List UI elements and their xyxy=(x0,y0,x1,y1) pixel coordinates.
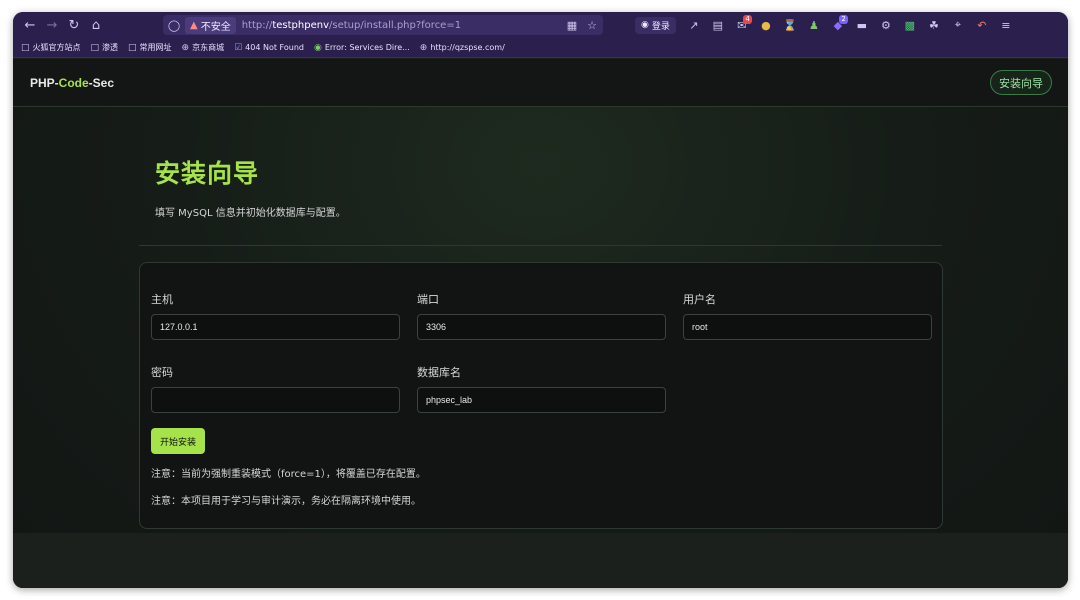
usage-note: 注意：本项目用于学习与审计演示，务必在隔离环境中使用。 xyxy=(151,496,421,507)
password-label: 密码 xyxy=(151,366,173,379)
bookmark-label: 京东商城 xyxy=(192,43,225,52)
bookmark-label: http://qzspse.com/ xyxy=(430,43,505,52)
share-icon[interactable]: ↗ xyxy=(682,14,706,36)
url-bar[interactable]: ◯ ▲ 不安全 http://testphpenv/setup/install.… xyxy=(163,15,603,35)
folder-icon: □ xyxy=(128,42,137,53)
force-mode-note: 注意：当前为强制重装模式（force=1），将覆盖已存在配置。 xyxy=(151,469,426,480)
port-field: 端口 3306 xyxy=(417,291,666,340)
url-host: testphpenv xyxy=(272,19,329,31)
page-subtitle: 填写 MySQL 信息并初始化数据库与配置。 xyxy=(155,208,346,219)
forward-icon[interactable]: → xyxy=(41,14,63,36)
browser-toolbar: ← → ↻ ⌂ ◯ ▲ 不安全 http://testphpenv/setup/… xyxy=(13,12,1068,38)
bookmark-label: 火狐官方站点 xyxy=(32,43,81,52)
hero-section: 安装向导 填写 MySQL 信息并初始化数据库与配置。 xyxy=(155,154,346,219)
login-button[interactable]: ◉ 登录 xyxy=(635,16,676,34)
bookmark-label: Error: Services Dire... xyxy=(324,43,410,52)
bookmark-item[interactable]: □ 火狐官方站点 xyxy=(21,42,81,53)
install-form-card: 主机 127.0.0.1 端口 3306 用户名 root 密码 数据库名 ph… xyxy=(139,262,943,529)
star-icon[interactable]: ☆ xyxy=(587,19,597,32)
folder-icon: □ xyxy=(21,42,30,53)
bookmark-label: 渗透 xyxy=(102,43,119,52)
menu-icon[interactable]: ≡ xyxy=(994,14,1018,36)
divider xyxy=(139,245,942,246)
shield-icon[interactable]: ◯ xyxy=(163,19,185,32)
host-field: 主机 127.0.0.1 xyxy=(151,291,400,340)
password-input[interactable] xyxy=(151,387,400,413)
cookie-extension-icon[interactable]: ● xyxy=(754,14,778,36)
bookmarks-bar: □ 火狐官方站点 □ 渗透 □ 常用网址 ⊕ 京东商城 ☑ 404 Not Found ◉… xyxy=(13,38,1068,58)
image-extension-icon[interactable]: ▤ xyxy=(706,14,730,36)
paw-extension-icon[interactable]: ☘ xyxy=(922,14,946,36)
host-label: 主机 xyxy=(151,293,173,306)
site-icon: ◉ xyxy=(313,42,322,53)
port-label: 端口 xyxy=(417,293,439,306)
mail-extension-icon[interactable]: ✉ 4 xyxy=(730,14,754,36)
start-install-button[interactable]: 开始安装 xyxy=(151,428,206,454)
username-label: 用户名 xyxy=(683,293,716,306)
hourglass-extension-icon[interactable]: ⌛ xyxy=(778,14,802,36)
brand-part-3: -Sec xyxy=(88,76,115,90)
bookmark-item[interactable]: ⊕ http://qzspse.com/ xyxy=(420,43,505,53)
brand-logo[interactable]: PHP-Code-Sec xyxy=(30,76,114,90)
ext-badge: 2 xyxy=(839,15,848,24)
bookmark-item[interactable]: ◉ Error: Services Dire... xyxy=(314,43,410,53)
install-wizard-button[interactable]: 安装向导 xyxy=(990,70,1052,95)
port-input[interactable]: 3306 xyxy=(417,314,666,340)
login-label: 登录 xyxy=(651,21,670,32)
brand-part-1: PHP- xyxy=(30,76,59,90)
page-footer xyxy=(13,533,1068,588)
checkbox-icon: ☑ xyxy=(234,42,243,53)
username-field: 用户名 root xyxy=(683,291,932,340)
url-path: /setup/install.php?force=1 xyxy=(329,19,462,31)
home-icon[interactable]: ⌂ xyxy=(85,14,107,36)
username-input[interactable]: root xyxy=(683,314,932,340)
host-input[interactable]: 127.0.0.1 xyxy=(151,314,400,340)
url-scheme: http:// xyxy=(241,19,273,31)
folder-icon: □ xyxy=(90,42,100,53)
password-field: 密码 xyxy=(151,364,400,413)
globe-icon: ⊕ xyxy=(419,42,428,53)
back-icon[interactable]: ← xyxy=(19,14,41,36)
lock-icon: ▲ xyxy=(190,19,198,31)
undo-extension-icon[interactable]: ↶ xyxy=(970,14,994,36)
dbname-label: 数据库名 xyxy=(417,366,461,379)
page-content: PHP-Code-Sec 安装向导 安装向导 填写 MySQL 信息并初始化数据… xyxy=(13,59,1068,588)
dbname-input[interactable]: phpsec_lab xyxy=(417,387,666,413)
crop-extension-icon[interactable]: ⌖ xyxy=(946,14,970,36)
bookmark-item[interactable]: □ 常用网址 xyxy=(128,42,172,53)
hat-extension-icon[interactable]: ▬ xyxy=(850,14,874,36)
dbname-field: 数据库名 phpsec_lab xyxy=(417,364,666,413)
globe-icon: ⊕ xyxy=(181,42,190,53)
bookmark-item[interactable]: ☑ 404 Not Found xyxy=(234,43,304,53)
bookmark-label: 常用网址 xyxy=(139,43,172,52)
purple-extension-icon[interactable]: ◆ 2 xyxy=(826,14,850,36)
app-header: PHP-Code-Sec 安装向导 xyxy=(13,59,1068,107)
insecure-label: 不安全 xyxy=(200,21,231,33)
reload-icon[interactable]: ↻ xyxy=(63,14,85,36)
bookmark-item[interactable]: ⊕ 京东商城 xyxy=(182,42,225,53)
page-title: 安装向导 xyxy=(155,159,260,188)
bookmark-label: 404 Not Found xyxy=(245,43,304,52)
terminal-extension-icon[interactable]: ▩ xyxy=(898,14,922,36)
ext-badge: 4 xyxy=(743,15,752,24)
bookmark-item[interactable]: □ 渗透 xyxy=(91,42,119,53)
brand-part-2: Code xyxy=(58,76,89,90)
person-extension-icon[interactable]: ♟ xyxy=(802,14,826,36)
account-icon: ◉ xyxy=(641,20,649,30)
insecure-indicator[interactable]: ▲ 不安全 xyxy=(185,16,236,34)
gear-extension-icon[interactable]: ⚙ xyxy=(874,14,898,36)
browser-window: ← → ↻ ⌂ ◯ ▲ 不安全 http://testphpenv/setup/… xyxy=(13,12,1068,588)
qr-icon[interactable]: ▦ xyxy=(567,19,577,32)
extensions-area: ◉ 登录 ↗ ▤ ✉ 4 ● ⌛ ♟ ◆ 2 ▬ ⚙ ▩ ☘ ⌖ ↶ ≡ xyxy=(635,12,1018,38)
